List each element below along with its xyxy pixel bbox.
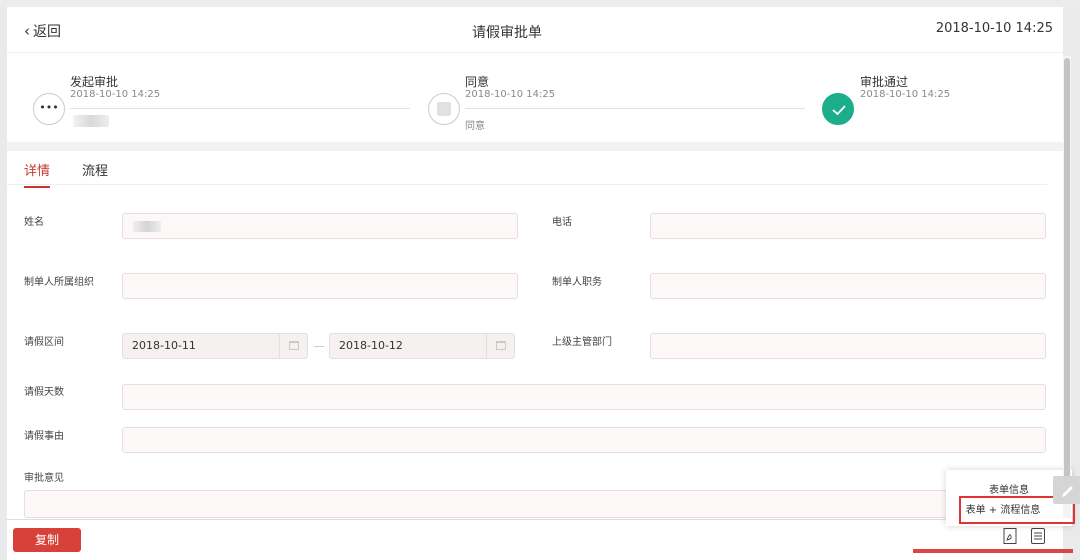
step-time-approve: 2018-10-10 14:25	[465, 89, 556, 100]
step-title-initiate: 发起审批	[70, 75, 119, 89]
pdf-export-icon[interactable]	[1001, 527, 1019, 545]
check-icon	[822, 93, 854, 125]
section-gap	[7, 142, 1063, 151]
calendar-icon	[496, 341, 506, 350]
phone-label: 电话	[552, 217, 572, 228]
opinion-field[interactable]	[24, 490, 1046, 518]
calendar-button[interactable]	[279, 334, 307, 358]
tab-details[interactable]: 详情	[24, 160, 51, 188]
reason-field[interactable]	[122, 427, 1046, 453]
name-label: 姓名	[24, 217, 44, 228]
pencil-icon	[1062, 486, 1073, 497]
days-label: 请假天数	[24, 387, 64, 398]
calendar-icon	[289, 341, 299, 350]
dept-label: 上级主管部门	[552, 337, 612, 348]
name-field[interactable]	[122, 213, 518, 239]
ellipsis-icon: •••	[33, 93, 65, 125]
position-field[interactable]	[650, 273, 1046, 299]
period-label: 请假区间	[24, 337, 64, 348]
top-strip	[0, 0, 1080, 7]
calendar-button[interactable]	[486, 334, 514, 358]
dept-field[interactable]	[650, 333, 1046, 359]
page-title: 请假审批单	[472, 25, 542, 41]
period-start-value: 2018-10-11	[132, 339, 196, 352]
scrollbar-thumb[interactable]	[1064, 58, 1070, 498]
step-connector	[70, 108, 410, 109]
reason-label: 请假事由	[24, 431, 64, 442]
period-end-field[interactable]: 2018-10-12	[329, 333, 515, 359]
footer-accent-bar	[913, 549, 1073, 553]
step-time-passed: 2018-10-10 14:25	[860, 89, 951, 100]
approval-steps: ••• 发起审批 2018-10-10 14:25 同意 2018-10-10 …	[7, 54, 1047, 142]
header-datetime: 2018-10-10 14:25	[935, 21, 1053, 36]
date-separator	[314, 346, 324, 347]
tab-process[interactable]: 流程	[82, 160, 108, 186]
tab-bar: 详情 流程	[7, 151, 1047, 188]
blurred-name-value	[133, 221, 161, 232]
avatar-placeholder-icon	[428, 93, 460, 125]
footer-divider	[7, 519, 1047, 520]
blurred-applicant-name	[73, 115, 109, 127]
org-label: 制单人所属组织	[24, 277, 94, 288]
approval-page: ‹ 返回 请假审批单 2018-10-10 14:25 ••• 发起审批 2018…	[7, 7, 1063, 560]
edit-side-button[interactable]	[1053, 476, 1080, 504]
step-title-passed: 审批通过	[860, 75, 909, 89]
step-time-initiate: 2018-10-10 14:25	[70, 89, 161, 100]
position-label: 制单人职务	[552, 277, 602, 288]
org-field[interactable]	[122, 273, 518, 299]
step-note-approve: 同意	[465, 121, 485, 132]
step-connector	[465, 108, 805, 109]
period-start-field[interactable]: 2018-10-11	[122, 333, 308, 359]
step-title-approve: 同意	[465, 75, 490, 89]
copy-button[interactable]: 复制	[13, 528, 81, 552]
document-list-icon[interactable]	[1029, 527, 1047, 545]
days-field[interactable]	[122, 384, 1046, 410]
opinion-label: 审批意见	[24, 473, 64, 484]
phone-field[interactable]	[650, 213, 1046, 239]
period-end-value: 2018-10-12	[339, 339, 403, 352]
page-header: ‹ 返回 请假审批单 2018-10-10 14:25	[7, 7, 1063, 53]
